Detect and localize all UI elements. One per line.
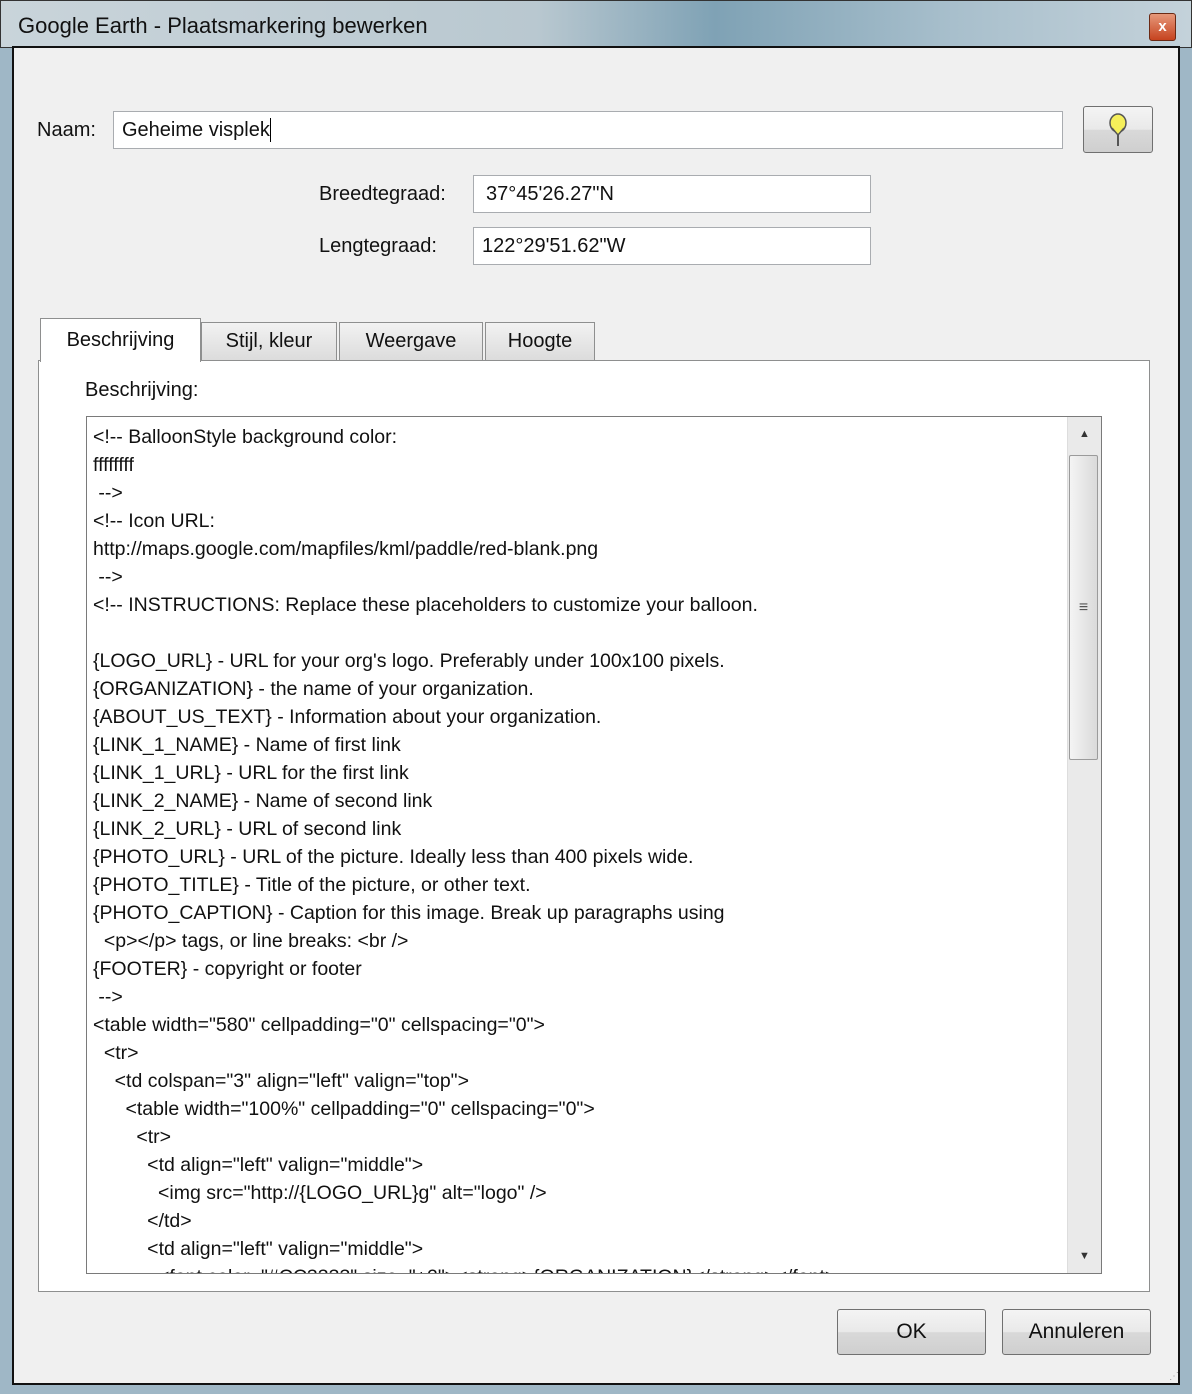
description-line: </td> xyxy=(93,1210,192,1232)
longitude-input[interactable]: 122°29'51.62"W xyxy=(473,227,871,265)
close-button[interactable]: x xyxy=(1149,13,1176,41)
window-title: Google Earth - Plaatsmarkering bewerken xyxy=(18,13,428,38)
tab-stijl-kleur[interactable]: Stijl, kleur xyxy=(201,322,337,360)
scrollbar-thumb[interactable]: ≡ xyxy=(1069,455,1098,760)
description-line: {LINK_1_URL} - URL for the first link xyxy=(93,762,409,784)
grip-icon: ≡ xyxy=(1078,598,1089,616)
text-cursor xyxy=(269,118,271,142)
scroll-down-arrow-icon[interactable]: ▼ xyxy=(1068,1239,1101,1273)
description-line: <td align="left" valign="middle"> xyxy=(93,1238,424,1260)
tab-hoogte[interactable]: Hoogte xyxy=(485,322,595,360)
pushpin-icon xyxy=(1109,112,1127,146)
description-line: ffffffff xyxy=(93,454,134,476)
latitude-input[interactable]: 37°45'26.27"N xyxy=(473,175,871,213)
description-line: {FOOTER} - copyright or footer xyxy=(93,958,362,980)
description-label: Beschrijving: xyxy=(85,379,199,401)
description-line: <!-- INSTRUCTIONS: Replace these placeho… xyxy=(93,594,758,616)
scroll-up-arrow-icon[interactable]: ▲ xyxy=(1068,417,1101,451)
latitude-label: Breedtegraad: xyxy=(319,183,446,205)
description-line: <img src="http://{LOGO_URL}g" alt="logo"… xyxy=(93,1182,547,1204)
description-line: --> xyxy=(93,482,123,504)
description-line: <tr> xyxy=(93,1126,172,1148)
title-bar[interactable]: Google Earth - Plaatsmarkering bewerken … xyxy=(0,0,1192,48)
description-text: <!-- BalloonStyle background color: fffff… xyxy=(93,423,1068,1273)
name-value: Geheime visplek xyxy=(122,118,270,141)
description-line: --> xyxy=(93,986,123,1008)
description-line: {LINK_1_NAME} - Name of first link xyxy=(93,734,401,756)
description-line: {LINK_2_URL} - URL of second link xyxy=(93,818,402,840)
description-line: <table width="580" cellpadding="0" cells… xyxy=(93,1014,545,1036)
description-line xyxy=(93,619,1068,647)
ok-button[interactable]: OK xyxy=(837,1309,986,1355)
description-textarea[interactable]: <!-- BalloonStyle background color: fffff… xyxy=(86,416,1102,1274)
vertical-scrollbar[interactable]: ▲ ≡ ▼ xyxy=(1067,417,1101,1273)
name-label: Naam: xyxy=(37,119,96,141)
resize-grip-icon[interactable]: ⋰ xyxy=(1169,1371,1179,1382)
description-line: <td colspan="3" align="left" valign="top… xyxy=(93,1070,469,1092)
description-line: <table width="100%" cellpadding="0" cell… xyxy=(93,1098,595,1120)
description-line: <td align="left" valign="middle"> xyxy=(93,1154,424,1176)
description-line: {PHOTO_TITLE} - Title of the picture, or… xyxy=(93,874,531,896)
name-input[interactable]: Geheime visplek xyxy=(113,111,1063,149)
latitude-value: 37°45'26.27"N xyxy=(486,182,614,205)
description-line: {LINK_2_NAME} - Name of second link xyxy=(93,790,433,812)
description-line: {PHOTO_URL} - URL of the picture. Ideall… xyxy=(93,846,694,868)
description-line: <font color="#CC3333" size="+2"><strong>… xyxy=(93,1263,1068,1273)
description-line: {PHOTO_CAPTION} - Caption for this image… xyxy=(93,902,725,924)
description-line: {ABOUT_US_TEXT} - Information about your… xyxy=(93,706,602,728)
description-line: {ORGANIZATION} - the name of your organi… xyxy=(93,678,534,700)
tab-weergave[interactable]: Weergave xyxy=(339,322,483,360)
description-line: <!-- Icon URL: xyxy=(93,510,215,532)
cancel-button[interactable]: Annuleren xyxy=(1002,1309,1151,1355)
description-line: http://maps.google.com/mapfiles/kml/padd… xyxy=(93,538,599,560)
description-line: --> xyxy=(93,566,123,588)
description-line: <tr> xyxy=(93,1042,139,1064)
tab-beschrijving[interactable]: Beschrijving xyxy=(40,318,201,362)
icon-picker-button[interactable] xyxy=(1083,106,1153,153)
description-line: {LOGO_URL} - URL for your org's logo. Pr… xyxy=(93,650,725,672)
longitude-value: 122°29'51.62"W xyxy=(482,234,626,257)
description-line: <p></p> tags, or line breaks: <br /> xyxy=(93,930,409,952)
longitude-label: Lengtegraad: xyxy=(319,235,437,257)
description-line: <!-- BalloonStyle background color: xyxy=(93,426,398,448)
